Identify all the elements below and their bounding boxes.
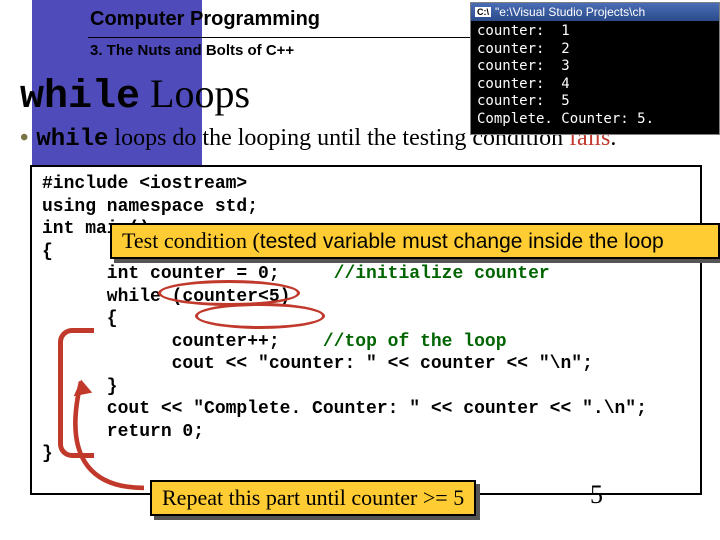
callout-repeat: Repeat this part until counter >= 5 [150, 480, 476, 516]
console-icon: C:\ [475, 7, 491, 17]
chapter-subtitle: 3. The Nuts and Bolts of C++ [90, 42, 294, 59]
slide-title: while Loops [20, 70, 250, 120]
callout1-part-b: tested variable must change inside the l… [260, 230, 664, 253]
highlight-oval-initialize [158, 280, 300, 306]
callout1-part-a: Test condition ( [122, 228, 260, 253]
bullet-icon: • [20, 125, 28, 151]
page-number: 9 [5, 2, 21, 34]
title-rest: Loops [140, 71, 250, 116]
callout-test-condition: Test condition (tested variable must cha… [110, 223, 720, 259]
console-titlebar: C:\ "e:\Visual Studio Projects\ch [471, 3, 719, 21]
console-output: counter: 1 counter: 2 counter: 3 counter… [471, 21, 719, 134]
slide: 9 ✦ Computer Programming 3. The Nuts and… [0, 0, 720, 540]
console-window: C:\ "e:\Visual Studio Projects\ch counte… [470, 2, 720, 135]
highlight-oval-condition [195, 303, 325, 329]
bullet-code-word: while [36, 126, 108, 153]
title-code-word: while [20, 75, 140, 120]
annotation-five: 5 [590, 480, 603, 510]
loop-arrow [70, 300, 144, 500]
console-title-text: "e:\Visual Studio Projects\ch [495, 5, 645, 19]
